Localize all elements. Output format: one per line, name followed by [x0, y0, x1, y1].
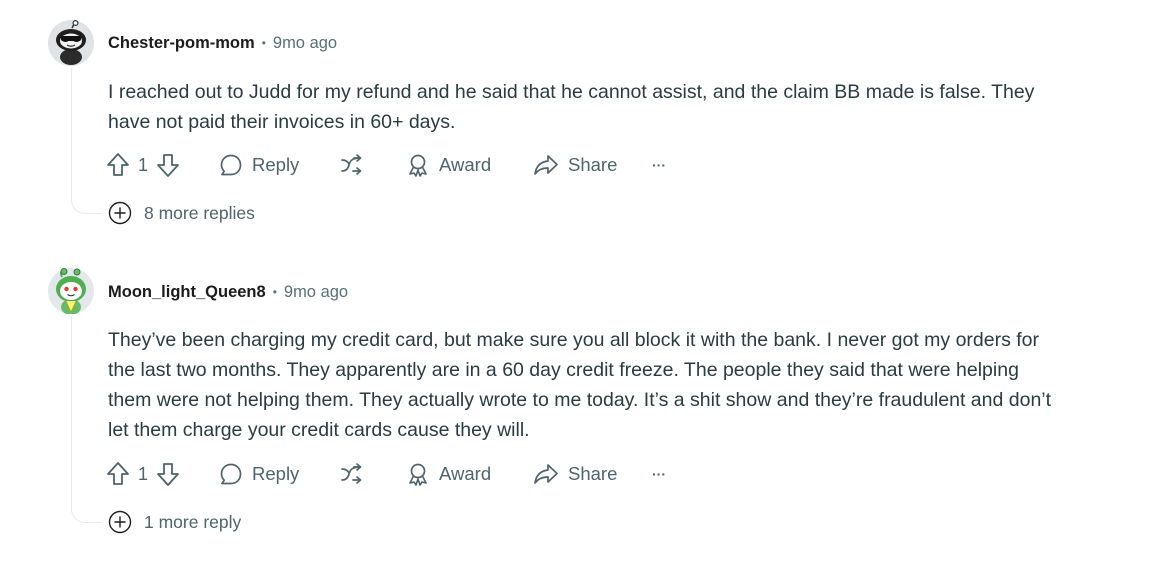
thread-line[interactable] — [71, 68, 72, 199]
avatar[interactable] — [48, 19, 94, 66]
downvote-arrow-icon — [157, 154, 179, 177]
comment-body: They’ve been charging my credit card, bu… — [108, 325, 1148, 445]
more-replies-button[interactable]: 8 more replies — [108, 200, 255, 226]
timestamp[interactable]: 9mo ago — [284, 283, 348, 302]
separator-dot: • — [261, 36, 266, 50]
upvote-button[interactable] — [106, 461, 130, 487]
upvote-arrow-icon — [107, 462, 129, 485]
comment-meta: Chester-pom-mom • 9mo ago — [108, 31, 337, 55]
award-button[interactable]: Award — [406, 150, 491, 180]
plus-circle-icon — [108, 510, 132, 534]
more-replies-button[interactable]: 1 more reply — [108, 509, 242, 535]
comment-body-line: have not paid their invoices in 60+ days… — [108, 111, 456, 133]
share-label: Share — [568, 463, 618, 484]
thread-connector — [71, 508, 102, 523]
upvote-button[interactable] — [106, 152, 130, 178]
vote-count: 1 — [138, 463, 149, 484]
username[interactable]: Moon_light_Queen8 — [108, 283, 266, 302]
share-arrow-icon — [534, 464, 558, 484]
comment-1: Chester-pom-mom • 9mo ago I reached out … — [0, 0, 1159, 240]
comment-body-line: the last two months. They apparently are… — [108, 359, 1019, 381]
comment-body-line: them were not helping them. They actuall… — [108, 389, 1052, 411]
comment-body-line: I reached out to Judd for my refund and … — [108, 81, 1035, 103]
ellipsis-icon: ··· — [652, 157, 666, 173]
comment-actions: 1 Reply Award Share ··· — [106, 150, 706, 180]
award-button[interactable]: Award — [406, 459, 491, 489]
more-replies-label: 8 more replies — [144, 202, 255, 223]
comment-meta: Moon_light_Queen8 • 9mo ago — [108, 280, 348, 304]
thread-connector — [71, 199, 102, 214]
share-button[interactable]: Share — [533, 150, 617, 180]
crosspost-button[interactable] — [340, 150, 366, 180]
award-label: Award — [439, 463, 492, 484]
comment-body-line: They’ve been charging my credit card, bu… — [108, 329, 1040, 351]
reply-button[interactable]: Reply — [219, 459, 299, 489]
downvote-arrow-icon — [157, 463, 179, 486]
overflow-menu-button[interactable]: ··· — [652, 150, 666, 180]
crosspost-icon — [341, 154, 362, 175]
award-label: Award — [439, 154, 492, 175]
timestamp[interactable]: 9mo ago — [273, 34, 337, 53]
vote-group: 1 — [106, 150, 180, 180]
crosspost-button[interactable] — [340, 459, 366, 489]
speech-bubble-icon — [220, 154, 242, 176]
comment-2: Moon_light_Queen8 • 9mo ago They’ve been… — [0, 260, 1159, 560]
share-button[interactable]: Share — [533, 459, 617, 489]
speech-bubble-icon — [220, 463, 242, 485]
award-ribbon-icon — [409, 463, 427, 486]
upvote-arrow-icon — [107, 153, 129, 176]
share-label: Share — [568, 154, 618, 175]
vote-group: 1 — [106, 459, 180, 489]
thread-line[interactable] — [71, 316, 72, 508]
ellipsis-icon: ··· — [652, 466, 666, 482]
share-arrow-icon — [534, 155, 558, 175]
separator-dot: • — [272, 285, 277, 299]
comment-body: I reached out to Judd for my refund and … — [108, 77, 1148, 137]
downvote-button[interactable] — [156, 461, 180, 487]
reply-label: Reply — [252, 154, 300, 175]
avatar[interactable] — [48, 268, 94, 315]
reply-label: Reply — [252, 463, 300, 484]
user-avatar-icon — [48, 268, 94, 315]
downvote-button[interactable] — [156, 152, 180, 178]
award-ribbon-icon — [409, 154, 427, 177]
user-avatar-icon — [48, 19, 94, 66]
username[interactable]: Chester-pom-mom — [108, 34, 255, 53]
comment-body-line: let them charge your credit cards cause … — [108, 419, 530, 441]
reply-button[interactable]: Reply — [219, 150, 299, 180]
more-replies-label: 1 more reply — [144, 511, 242, 532]
comment-actions: 1 Reply Award Share ··· — [106, 459, 706, 489]
crosspost-icon — [341, 463, 362, 484]
vote-count: 1 — [138, 154, 149, 175]
plus-circle-icon — [108, 201, 132, 225]
overflow-menu-button[interactable]: ··· — [652, 459, 666, 489]
